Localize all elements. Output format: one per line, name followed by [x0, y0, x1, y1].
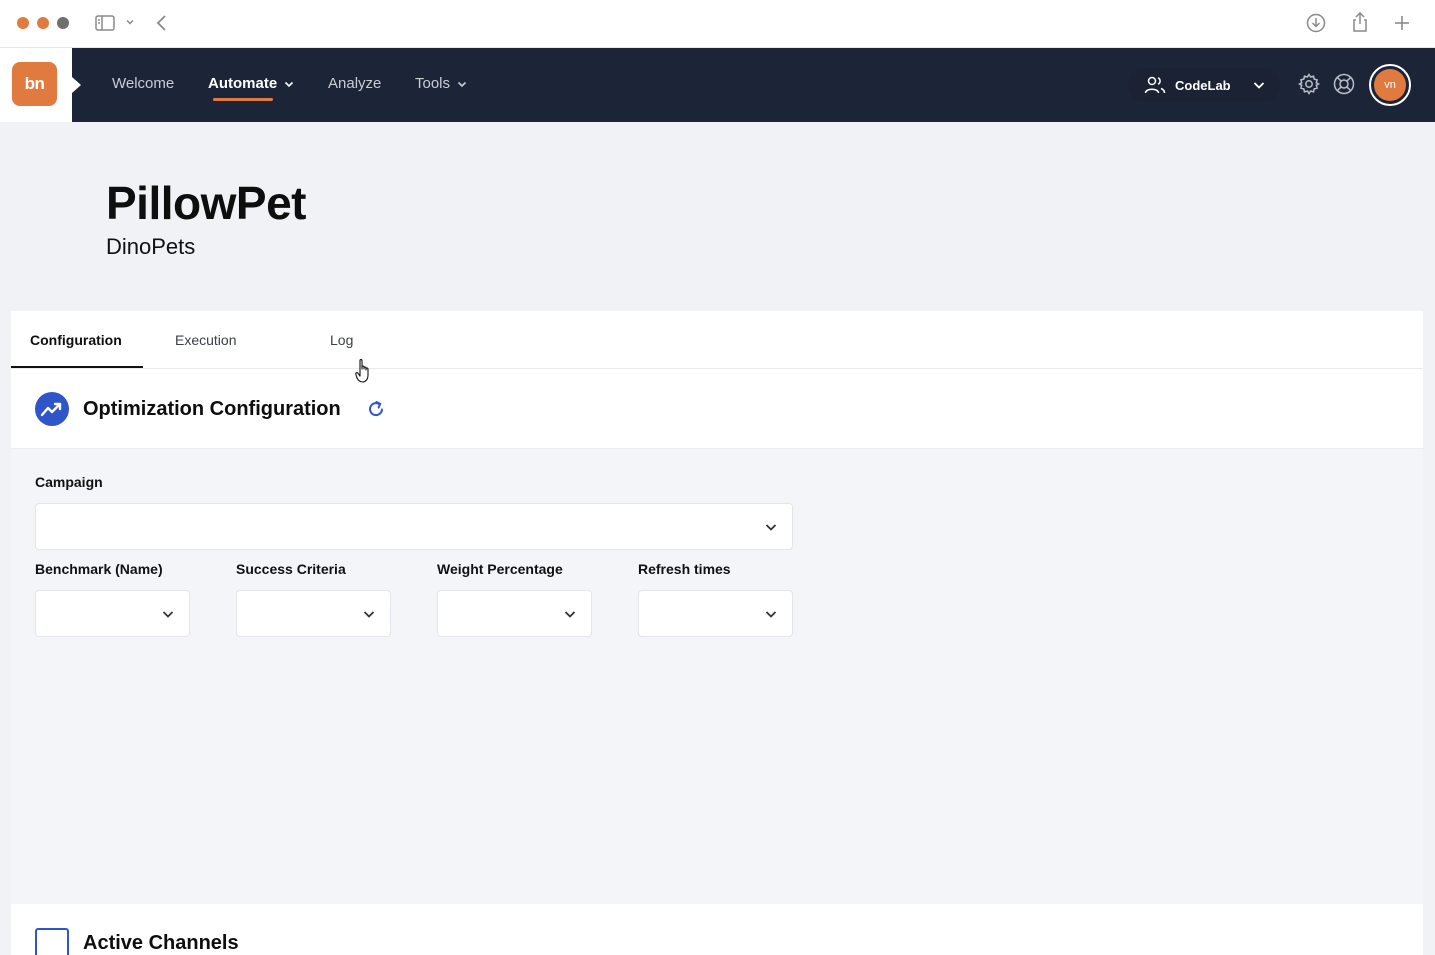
avatar: vn [1374, 69, 1406, 101]
weight-percentage-select[interactable] [437, 590, 592, 637]
lifebuoy-icon[interactable] [1332, 72, 1356, 101]
optimization-config-header: Optimization Configuration [11, 369, 1423, 449]
chevron-down-icon [1253, 82, 1264, 89]
page-title: PillowPet [106, 177, 306, 229]
minimize-window-button[interactable] [37, 17, 49, 29]
org-name: CodeLab [1175, 77, 1231, 93]
browser-toolbar [0, 0, 1435, 48]
zoom-window-button[interactable] [57, 17, 69, 29]
active-channels-section: Active Channels [11, 904, 1423, 955]
nav-item-tools[interactable]: Tools [415, 75, 468, 92]
tab-configuration[interactable]: Configuration [30, 332, 122, 348]
success-criteria-select[interactable] [236, 590, 391, 637]
nav-item-label: Analyze [328, 75, 382, 92]
campaign-select[interactable] [35, 503, 793, 550]
brand-logo[interactable]: bn [12, 62, 57, 106]
share-icon[interactable] [1349, 10, 1371, 34]
chevron-down-icon [765, 611, 777, 618]
tab-log[interactable]: Log [330, 332, 353, 348]
nav-item-automate[interactable]: Automate [208, 75, 295, 92]
chevron-down-icon[interactable] [124, 16, 136, 28]
page-subtitle: DinoPets [106, 234, 196, 259]
nav-item-welcome[interactable]: Welcome [112, 75, 174, 92]
config-form: Campaign Benchmark (Name) Success Criter… [11, 449, 1423, 904]
logo-pointer [72, 77, 81, 93]
nav-item-label: Welcome [112, 75, 175, 92]
close-window-button[interactable] [17, 17, 29, 29]
active-nav-indicator [213, 98, 273, 101]
logo-container: bn [0, 48, 72, 122]
refresh-icon[interactable] [367, 399, 385, 424]
success-criteria-label: Success Criteria [236, 561, 346, 577]
benchmark-label: Benchmark (Name) [35, 561, 163, 577]
section-title: Optimization Configuration [83, 398, 341, 420]
chevron-down-icon [363, 611, 375, 618]
chevron-down-icon [457, 81, 467, 87]
refresh-times-label: Refresh times [638, 561, 731, 577]
benchmark-select[interactable] [35, 590, 190, 637]
nav-item-label: Tools [415, 75, 451, 92]
refresh-times-select[interactable] [638, 590, 793, 637]
gear-icon[interactable] [1297, 72, 1321, 101]
active-tab-indicator [11, 366, 143, 368]
users-icon [1144, 76, 1166, 94]
chevron-down-icon [765, 524, 777, 531]
chevron-down-icon [564, 611, 576, 618]
org-switcher[interactable]: CodeLab [1128, 68, 1280, 102]
active-channels-checkbox[interactable] [35, 928, 69, 955]
hand-pointer-cursor-icon [355, 358, 373, 389]
download-icon[interactable] [1305, 12, 1327, 34]
trending-up-icon [35, 392, 69, 426]
chevron-down-icon [162, 611, 174, 618]
nav-item-analyze[interactable]: Analyze [328, 75, 381, 92]
nav-item-label: Automate [208, 75, 278, 92]
back-arrow-icon[interactable] [152, 12, 172, 34]
tab-bar: Configuration Execution Log [11, 311, 1423, 369]
active-channels-title: Active Channels [83, 932, 239, 954]
app-navbar: bn Welcome Automate Analyze Tools CodeLa… [0, 48, 1435, 122]
weight-percentage-label: Weight Percentage [437, 561, 563, 577]
chevron-down-icon [285, 81, 294, 87]
tab-execution[interactable]: Execution [175, 332, 236, 348]
sidebar-toggle-icon[interactable] [94, 12, 116, 34]
campaign-label: Campaign [35, 474, 103, 490]
new-tab-plus-icon[interactable] [1392, 12, 1412, 34]
user-avatar-button[interactable]: vn [1369, 64, 1411, 106]
